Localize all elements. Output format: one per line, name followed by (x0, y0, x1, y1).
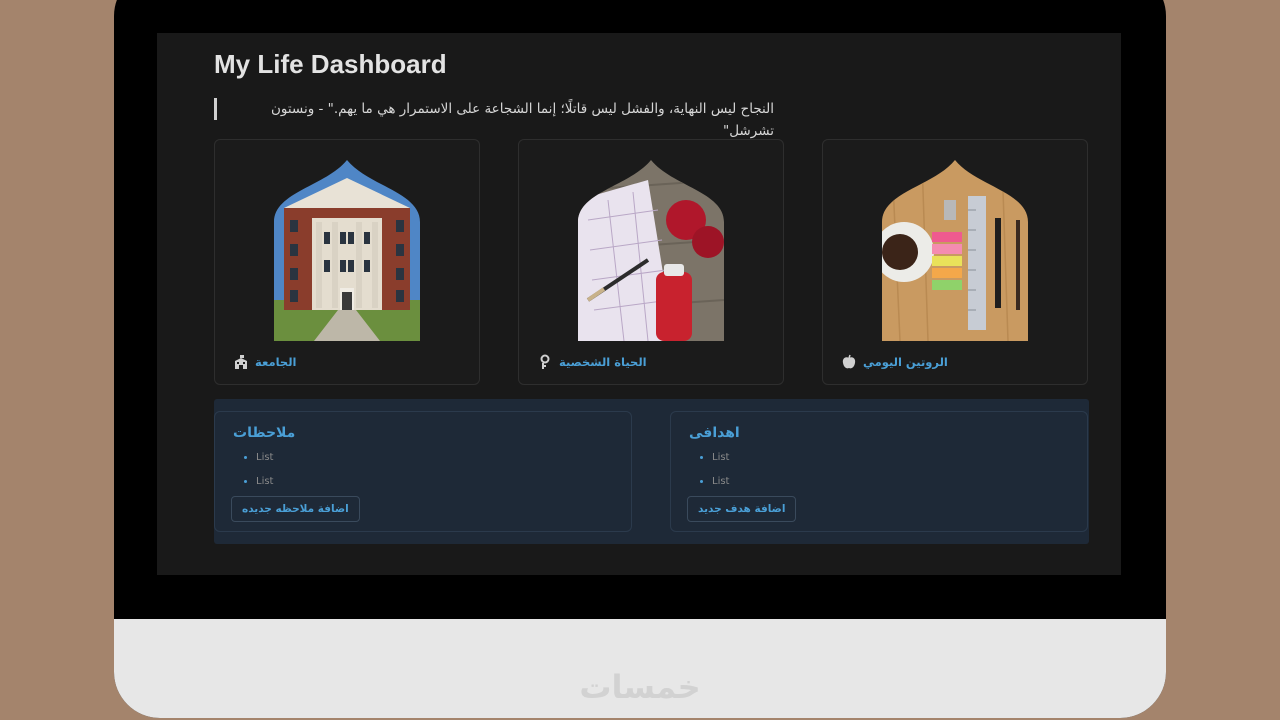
add-note-button[interactable]: اضافة ملاحظه جديده (231, 496, 360, 522)
card-university-label[interactable]: الجامعة (255, 355, 296, 369)
personal-life-image (578, 160, 724, 341)
notes-list: List List (239, 450, 273, 498)
card-daily-routine-label[interactable]: الروتين اليومي (863, 355, 948, 369)
daily-routine-image (882, 160, 1028, 341)
card-personal-life-label[interactable]: الحياة الشخصية (559, 355, 647, 369)
goals-list: List List (695, 450, 729, 498)
monitor-frame: My Life Dashboard النجاح ليس النهاية، وا… (114, 0, 1166, 718)
quote-block: النجاح ليس النهاية، والفشل ليس قاتلًا؛ إ… (214, 98, 774, 139)
list-item[interactable]: List (256, 474, 273, 498)
card-daily-routine-caption[interactable]: الروتين اليومي (841, 354, 948, 370)
list-item[interactable]: List (712, 474, 729, 498)
notion-page: My Life Dashboard النجاح ليس النهاية، وا… (157, 33, 1121, 575)
notes-panel: ملاحظات List List اضافة ملاحظه جديده (214, 411, 632, 532)
card-personal-life[interactable]: الحياة الشخصية (518, 139, 784, 385)
page-title: My Life Dashboard (214, 49, 447, 79)
list-item[interactable]: List (256, 450, 273, 474)
notes-heading: ملاحظات (233, 425, 296, 441)
university-building-image (274, 160, 420, 341)
brand-logo: خمسات (579, 668, 701, 706)
card-university[interactable]: الجامعة (214, 139, 480, 385)
monitor-chin: خمسات (114, 619, 1166, 718)
card-personal-life-caption[interactable]: الحياة الشخصية (537, 354, 647, 370)
goals-panel: اهدافى List List اضافة هدف جديد (670, 411, 1088, 532)
person-icon (537, 354, 553, 370)
bottom-panel: ملاحظات List List اضافة ملاحظه جديده اهد… (214, 399, 1089, 544)
add-goal-button[interactable]: اضافة هدف جديد (687, 496, 797, 522)
list-item[interactable]: List (712, 450, 729, 474)
card-daily-routine[interactable]: الروتين اليومي (822, 139, 1088, 385)
goals-heading: اهدافى (689, 425, 740, 441)
school-icon (233, 354, 249, 370)
apple-icon (841, 354, 857, 370)
card-university-caption[interactable]: الجامعة (233, 354, 296, 370)
